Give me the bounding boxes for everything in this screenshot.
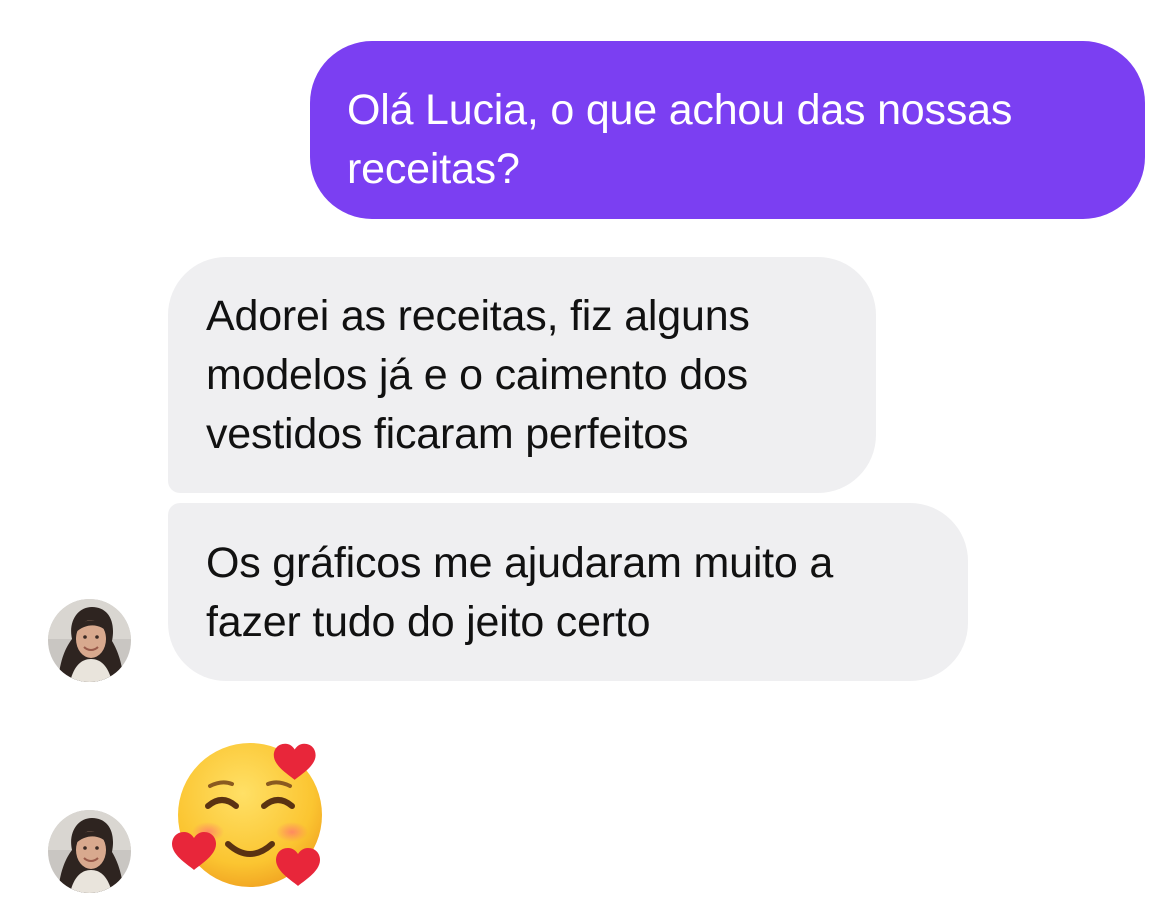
contact-avatar[interactable] [48, 599, 131, 682]
message-line: Adorei as receitas, fiz alguns [206, 292, 750, 340]
outgoing-message-bubble[interactable]: Olá Lucia, o que achou das nossas receit… [310, 41, 1145, 219]
contact-avatar[interactable] [48, 810, 131, 893]
avatar-photo-icon [48, 810, 131, 893]
message-line: modelos já e o caimento dos [206, 351, 748, 399]
avatar-photo-icon [48, 599, 131, 682]
message-line: Olá Lucia, o que achou das nossas [347, 86, 1013, 134]
message-line: fazer tudo do jeito certo [206, 598, 651, 646]
incoming-message-bubble[interactable]: Os gráficos me ajudaram muito a fazer tu… [168, 503, 968, 681]
message-line: receitas? [347, 145, 520, 193]
smiling-face-with-hearts-icon [172, 743, 322, 887]
emoji-message[interactable] [170, 740, 332, 895]
message-line: vestidos ficaram perfeitos [206, 410, 689, 458]
chat-thread: Olá Lucia, o que achou das nossas receit… [0, 0, 1170, 913]
incoming-message-bubble[interactable]: Adorei as receitas, fiz alguns modelos j… [168, 257, 876, 493]
message-line: Os gráficos me ajudaram muito a [206, 539, 834, 587]
